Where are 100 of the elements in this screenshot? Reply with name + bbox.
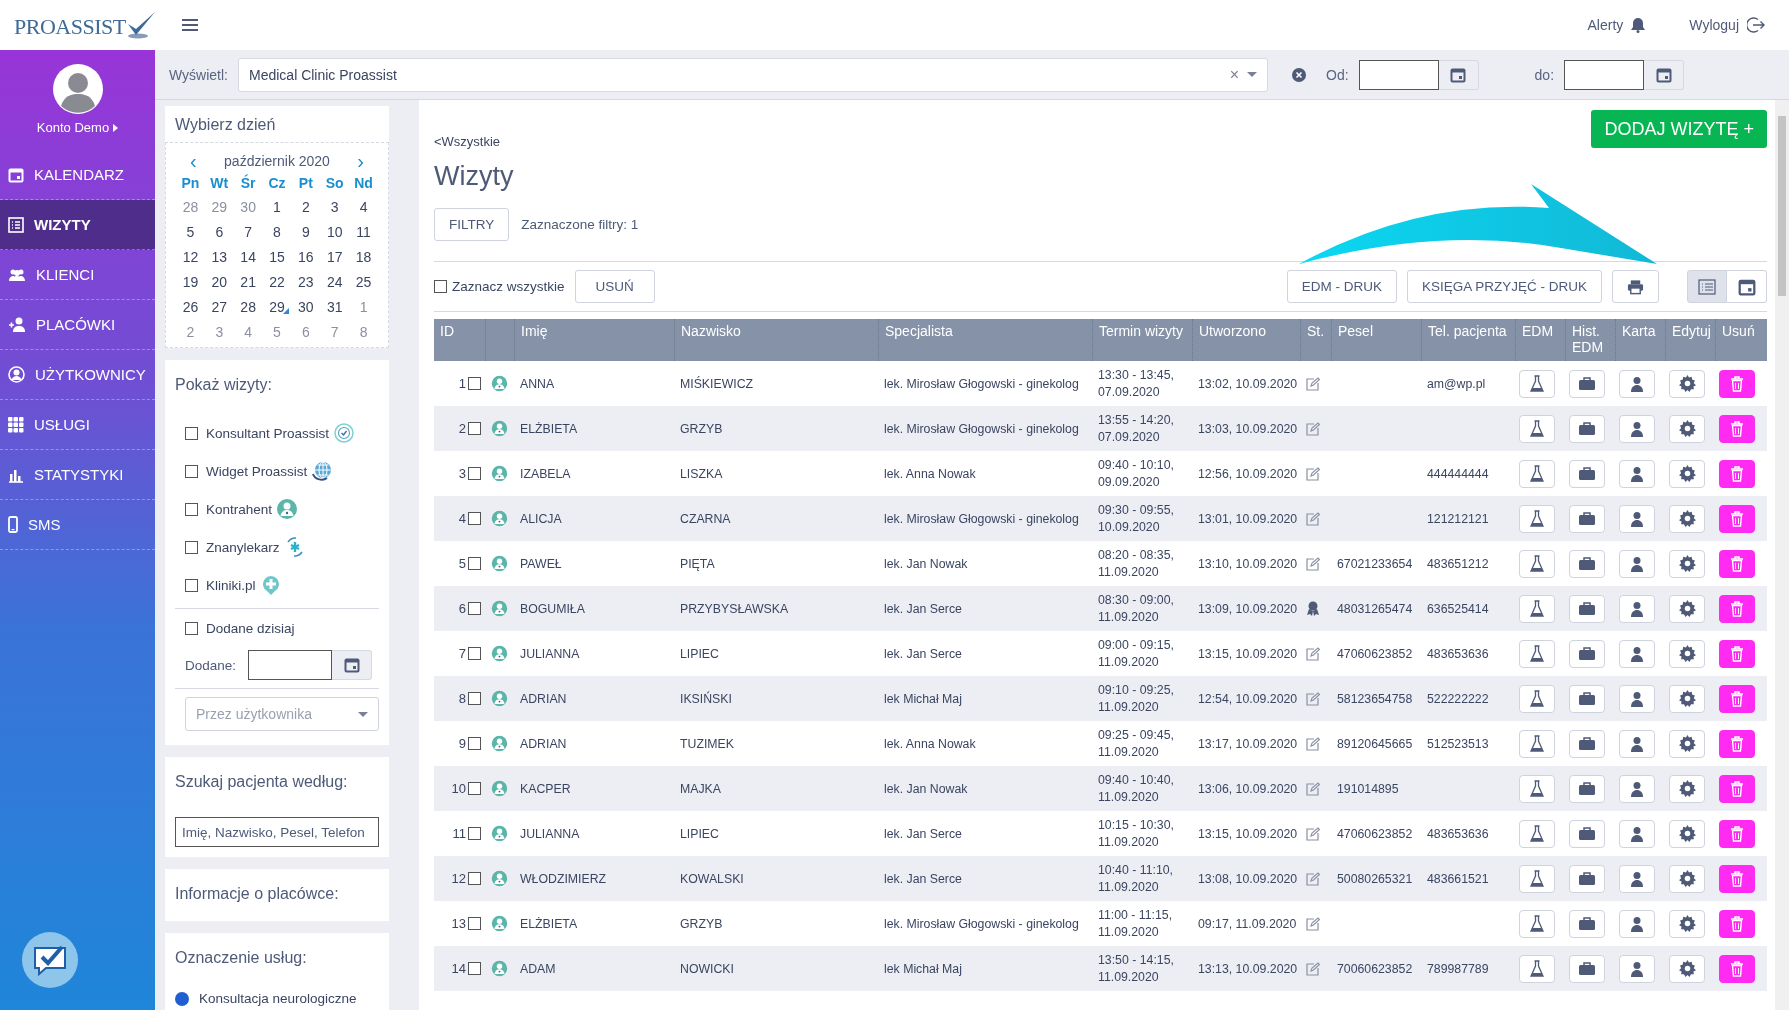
nav-item[interactable]: KLIENCI <box>0 250 155 300</box>
table-cell: 13:06, 10.09.2020 <box>1198 781 1298 796</box>
account-link[interactable]: Konto Demo <box>36 120 119 135</box>
calendar-day[interactable]: 8 <box>262 223 292 241</box>
table-cell: 08:30 - 09:00, 11.09.2020 <box>1098 592 1174 624</box>
previous-month-button[interactable]: ‹ <box>184 151 203 171</box>
calendar-day[interactable]: 12 <box>176 248 205 266</box>
panel-title: Informacje o placówce: <box>175 885 340 903</box>
calendar-day[interactable]: 29 <box>262 298 292 316</box>
calendar-day[interactable]: 23 <box>291 273 321 291</box>
calendar-day[interactable]: 3 <box>320 198 350 216</box>
table-cell: 6 <box>458 601 466 616</box>
table-cell: lek. Mirosław Głogowski - ginekolog <box>884 916 1079 931</box>
table-cell: lek. Jan Nowak <box>884 556 968 571</box>
column-header: Usuń <box>1722 323 1755 339</box>
calendar-day[interactable]: 15 <box>262 248 292 266</box>
table-cell: ANNA <box>520 376 555 391</box>
nav-item[interactable]: STATYSTYKI <box>0 450 155 500</box>
weekday-label: Pn <box>180 175 201 191</box>
calendar-day[interactable]: 24 <box>320 273 350 291</box>
edm-print-button[interactable]: EDM - DRUK <box>1286 270 1397 303</box>
column-header: St. <box>1307 323 1325 339</box>
calendar-day[interactable]: 17 <box>320 248 350 266</box>
column-header: Utworzono <box>1199 323 1266 339</box>
calendar-day[interactable]: 27 <box>204 298 234 316</box>
calendar-day[interactable]: 20 <box>204 273 234 291</box>
table-cell: 67021233654 <box>1337 556 1413 571</box>
page-title: Wizyty <box>434 161 515 192</box>
table-cell: lek. Jan Nowak <box>884 781 968 796</box>
nav-item[interactable]: PLACÓWKI <box>0 300 155 350</box>
calendar-day[interactable]: 13 <box>204 248 234 266</box>
calendar-day[interactable]: 26 <box>176 298 205 316</box>
table-cell: 7 <box>458 646 466 661</box>
calendar-day[interactable]: 1 <box>262 198 292 216</box>
table-cell: CZARNA <box>680 511 731 526</box>
table-cell: BOGUMIŁA <box>520 601 585 616</box>
table-cell: LIPIEC <box>680 646 719 661</box>
calendar-day[interactable]: 5 <box>176 223 205 241</box>
table-cell: 50080265321 <box>1337 871 1413 886</box>
book-print-button[interactable]: KSIĘGA PRZYJĘĆ - DRUK <box>1406 270 1602 303</box>
calendar-day[interactable]: 2 <box>291 198 321 216</box>
calendar-day[interactable]: 16 <box>291 248 321 266</box>
table-cell: lek. Mirosław Głogowski - ginekolog <box>884 421 1079 436</box>
calendar-day[interactable]: 9 <box>291 223 321 241</box>
weekday-label: So <box>324 175 345 191</box>
calendar-day[interactable]: 31 <box>320 298 350 316</box>
source-label: Kliniki.pl <box>206 577 256 593</box>
calendar-day[interactable]: 30 <box>291 298 321 316</box>
nav-item[interactable]: WIZYTY <box>0 200 155 250</box>
patient-search-field[interactable]: Imię, Nazwisko, Pesel, Telefon <box>175 817 379 847</box>
weekday-label: Śr <box>239 175 257 191</box>
delete-selected-button[interactable]: USUŃ <box>574 270 655 303</box>
clinic-select[interactable]: Medical Clinic Proassist × <box>238 57 1268 92</box>
table-cell: 58123654758 <box>1337 691 1413 706</box>
nav-item[interactable]: SMS <box>0 500 155 550</box>
logout-button[interactable]: Wyloguj <box>1689 16 1765 34</box>
table-cell: 191014895 <box>1337 781 1399 796</box>
nav-item[interactable]: USŁUGI <box>0 400 155 450</box>
table-cell: 13:15, 10.09.2020 <box>1198 826 1298 841</box>
table-cell: 09:00 - 09:15, 11.09.2020 <box>1098 637 1174 669</box>
table-cell: 47060623852 <box>1337 646 1413 661</box>
nav-item[interactable]: UŻYTKOWNICY <box>0 350 155 400</box>
table-cell: 12 <box>451 871 466 886</box>
next-month-button[interactable]: › <box>351 151 370 171</box>
calendar-day[interactable]: 28 <box>233 298 263 316</box>
table-cell: 483653636 <box>1427 646 1489 661</box>
calendar-day[interactable]: 4 <box>349 198 378 216</box>
calendar-day[interactable]: 11 <box>349 223 378 241</box>
column-header: Pesel <box>1338 323 1374 339</box>
table-cell: MIŚKIEWICZ <box>680 376 754 391</box>
filters-button[interactable]: FILTRY <box>434 208 510 241</box>
table-cell: 12:56, 10.09.2020 <box>1198 466 1298 481</box>
calendar-day[interactable]: 18 <box>349 248 378 266</box>
table-cell: LIPIEC <box>680 826 719 841</box>
calendar-day[interactable]: 10 <box>320 223 350 241</box>
table-cell: 13:13, 10.09.2020 <box>1198 961 1298 976</box>
table-cell: 13:17, 10.09.2020 <box>1198 736 1298 751</box>
calendar-day[interactable]: 22 <box>262 273 292 291</box>
calendar-day[interactable]: 21 <box>233 273 263 291</box>
table-cell: 13:15, 10.09.2020 <box>1198 646 1298 661</box>
back-link[interactable]: <Wszystkie <box>434 134 501 149</box>
table-cell: 09:17, 11.09.2020 <box>1198 916 1297 931</box>
calendar-day[interactable]: 19 <box>176 273 205 291</box>
table-cell: LISZKA <box>680 466 723 481</box>
table-cell: lek. Jan Serce <box>884 826 962 841</box>
calendar-day[interactable]: 6 <box>204 223 234 241</box>
calendar-day[interactable]: 7 <box>233 223 263 241</box>
table-cell: 1 <box>458 376 466 391</box>
table-cell: lek. Jan Serce <box>884 871 962 886</box>
table-cell: 70060623852 <box>1337 961 1413 976</box>
table-cell: 10:15 - 10:30, 11.09.2020 <box>1098 817 1174 849</box>
table-cell: 12:54, 10.09.2020 <box>1198 691 1298 706</box>
calendar-day[interactable]: 14 <box>233 248 263 266</box>
table-cell: ELŻBIETA <box>520 916 578 931</box>
select-all-label: Zaznacz wszystkie <box>452 279 565 294</box>
alerts-button[interactable]: Alerty <box>1587 17 1646 33</box>
panel-title: Szukaj pacjenta według: <box>175 773 349 791</box>
table-cell: 13:09, 10.09.2020 <box>1198 601 1298 616</box>
table-cell: 8 <box>458 691 466 706</box>
calendar-day[interactable]: 25 <box>349 273 378 291</box>
